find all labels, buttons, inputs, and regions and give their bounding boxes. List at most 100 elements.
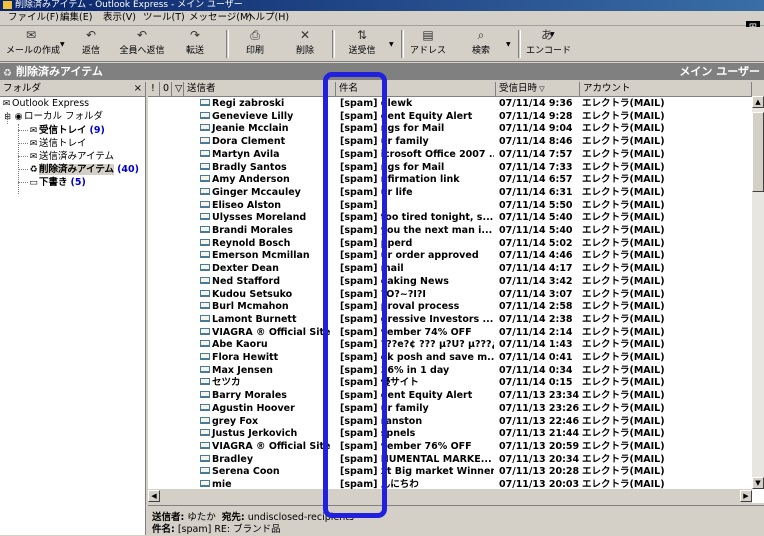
folder-outbox[interactable]: ✉ 送信トレイ	[28, 137, 90, 150]
message-received: 07/11/14 7:57	[499, 148, 573, 160]
message-row[interactable]: Lamont Burnett [spam] gressive Investors …	[148, 314, 752, 327]
delete-button[interactable]: ✕ 削除	[290, 29, 320, 59]
find-dropdown-icon[interactable]: ▼	[506, 41, 511, 48]
scroll-right-icon[interactable]: ▶	[740, 490, 752, 502]
addresses-button[interactable]: ▤ アドレス	[410, 29, 446, 59]
identity-name[interactable]: メイン ユーザー	[679, 63, 760, 80]
folder-sent-items[interactable]: ✉ 送信済みアイテム	[28, 150, 117, 163]
close-icon[interactable]: ×	[134, 82, 142, 96]
message-received: 07/11/14 0:41	[499, 352, 573, 363]
message-row[interactable]: Burl Mcmahon [spam] proval process 07/11/1…	[148, 301, 752, 314]
message-row[interactable]: Serena Coon [spam] xt Big market Winner 07…	[148, 466, 752, 479]
message-row[interactable]: Martyn Avila [spam] icrosoft Office 2007 …	[148, 149, 752, 162]
message-row[interactable]: Amy Anderson [spam] nfirmation link 07/11/…	[148, 174, 752, 187]
print-button[interactable]: ⎙ 印刷	[240, 29, 270, 59]
encoding-dropdown-icon[interactable]: ▼	[550, 31, 555, 38]
forward-icon: ↷	[189, 28, 201, 42]
message-row[interactable]: Dexter Dean [spam] mail 07/11/14 4:17 エレクトラ…	[148, 263, 752, 276]
message-from: Brandi Morales	[200, 225, 336, 238]
message-received: 07/11/14 3:07	[499, 288, 573, 300]
message-from-text: VIAGRA ® Official Site	[212, 440, 331, 452]
message-row[interactable]: Emerson Mcmillan [spam] ur order approved…	[148, 250, 752, 263]
message-account: エレクトラ(MAIL)	[582, 466, 665, 478]
message-row[interactable]: Ned Stafford [spam] eaking News 07/11/14 3…	[148, 276, 752, 289]
folder-deleted-items[interactable]: ♻削除済みアイテム (40)	[28, 163, 139, 176]
message-row[interactable]: VIAGRA ® Official Site [spam] vember 74% …	[148, 327, 752, 340]
column-attachment[interactable]: 0	[160, 82, 172, 96]
column-from[interactable]: 送信者	[184, 82, 336, 96]
column-priority[interactable]: !	[148, 82, 160, 96]
column-account[interactable]: アカウント	[580, 82, 752, 96]
unread-mail-icon	[200, 124, 210, 132]
print-icon: ⎙	[250, 28, 260, 42]
forward-button[interactable]: ↷ 転送	[180, 29, 210, 59]
message-received: 07/11/13 22:46	[499, 415, 579, 427]
message-row[interactable]: Dora Clement [spam] ur family 07/11/14 8:4…	[148, 136, 752, 149]
message-row[interactable]: Bradley [spam] NUMENTAL MARKE... 07/11/13 …	[148, 454, 752, 467]
folder-root-outlook-express[interactable]: ✉ Outlook Express	[1, 97, 89, 110]
unread-mail-icon	[200, 314, 210, 322]
message-from: Lamont Burnett	[200, 314, 336, 327]
menu-view[interactable]: 表示(V)	[103, 12, 136, 24]
message-row[interactable]: Flora Hewitt [spam] ok posh and save m...…	[148, 352, 752, 365]
scroll-up-icon[interactable]: ▲	[752, 96, 764, 108]
preview-header: 送信者: ゆたか 宛先: undisclosed-recipients 件名: …	[148, 505, 764, 536]
message-row[interactable]: Justus Jerkovich [spam] spnels 07/11/13 21…	[148, 428, 752, 441]
send-receive-dropdown-icon[interactable]: ▼	[389, 41, 394, 48]
menu-tools[interactable]: ツール(T)	[143, 12, 185, 24]
message-row[interactable]: Jeanie Mcclain [spam] ngs for Mail 07/11/1…	[148, 123, 752, 136]
message-from-text: Martyn Avila	[212, 148, 280, 160]
folder-pane: フォルダ × ✉ Outlook Express ⊟ ◉ ローカル フォルダ ✉ 受信ト…	[0, 82, 146, 535]
message-subject: [spam] 優サイト	[340, 377, 419, 389]
unread-mail-icon	[200, 213, 210, 221]
message-row[interactable]: VIAGRA ® Official Site [spam] vember 76% …	[148, 441, 752, 454]
send-receive-button[interactable]: ⇅ 送受信	[344, 29, 380, 59]
message-from-text: grey Fox	[212, 415, 259, 427]
unread-mail-icon	[200, 391, 210, 399]
folder-inbox[interactable]: ✉ 受信トレイ (9)	[28, 124, 105, 137]
column-subject[interactable]: 件名	[336, 82, 496, 96]
reply-button[interactable]: ↶ 返信	[76, 29, 106, 59]
folder-drafts[interactable]: ▭下書き (5)	[28, 176, 86, 189]
create-mail-button[interactable]: ✉ メールの作成	[6, 29, 60, 59]
collapse-icon[interactable]: ⊟	[2, 110, 13, 123]
message-row[interactable]: Kudou Setsuko [spam] ?O?~?I?I 07/11/14 3:0…	[148, 289, 752, 302]
create-mail-dropdown-icon[interactable]: ▼	[60, 41, 65, 48]
message-row[interactable]: Genevieve Lilly [spam] gent Equity Alert 0…	[148, 111, 752, 124]
vertical-scrollbar[interactable]: ▲ ▼	[752, 96, 764, 489]
folder-local-folders[interactable]: ⊟ ◉ ローカル フォルダ	[2, 110, 103, 123]
message-row[interactable]: Eliseo Alston [spam] 07/11/14 5:50 エレクトラ(MA…	[148, 200, 752, 213]
message-row[interactable]: Ulysses Moreland [spam] too tired tonight…	[148, 212, 752, 225]
menu-file[interactable]: ファイル(F)	[8, 12, 59, 24]
unread-mail-icon	[200, 378, 210, 386]
column-flag[interactable]: ▽	[172, 82, 184, 96]
menu-edit[interactable]: 編集(E)	[60, 12, 92, 24]
find-button[interactable]: ⌕ 検索	[466, 29, 496, 59]
reply-all-button[interactable]: ↶ 全員へ返信	[118, 29, 166, 59]
message-row[interactable]: Abe Kaoru [spam] ???e?¢ ??? µ?U? µ???¿ 07/…	[148, 339, 752, 352]
message-from: Abe Kaoru	[200, 339, 336, 352]
scroll-left-icon[interactable]: ◀	[148, 490, 160, 502]
message-row[interactable]: Reynold Bosch [spam] pperd 07/11/14 5:02 エレ…	[148, 238, 752, 251]
message-row[interactable]: Ginger Mccauley [spam] ur life 07/11/14 6:…	[148, 187, 752, 200]
message-row[interactable]: Regi zabroski [spam] dlewk 07/11/14 9:36 エレ…	[148, 98, 752, 111]
message-from: Amy Anderson	[200, 174, 336, 187]
menu-help[interactable]: ヘルプ(H)	[246, 12, 289, 24]
message-row[interactable]: grey Fox [spam] ranston 07/11/13 22:46 エレクト…	[148, 416, 752, 429]
message-account: エレクトラ(MAIL)	[582, 161, 665, 173]
message-row[interactable]: Agustin Hoover [spam] ur family 07/11/13 2…	[148, 403, 752, 416]
find-icon: ⌕	[477, 28, 485, 42]
message-row[interactable]: Bradly Santos [spam] ngs for Mail 07/11/14…	[148, 162, 752, 175]
scroll-down-icon[interactable]: ▼	[752, 477, 764, 489]
message-row[interactable]: Max Jensen [spam] 36% in 1 day 07/11/14 0:…	[148, 365, 752, 378]
scroll-thumb[interactable]	[752, 112, 764, 192]
message-from-text: Abe Kaoru	[212, 339, 268, 351]
horizontal-scrollbar[interactable]: ◀ ▶	[148, 489, 752, 503]
message-row[interactable]: Barry Morales [spam] gent Equity Alert 07/…	[148, 390, 752, 403]
encoding-button[interactable]: あ エンコード	[526, 29, 571, 59]
column-received[interactable]: 受信日時	[496, 82, 580, 96]
message-subject: [spam] NUMENTAL MARKE...	[340, 453, 492, 465]
message-row[interactable]: セツカ [spam] 優サイト 07/11/14 0:15 エレクトラ(MAIL)	[148, 377, 752, 390]
menu-message[interactable]: メッセージ(M)	[189, 12, 252, 24]
message-row[interactable]: Brandi Morales [spam] you the next man i.…	[148, 225, 752, 238]
